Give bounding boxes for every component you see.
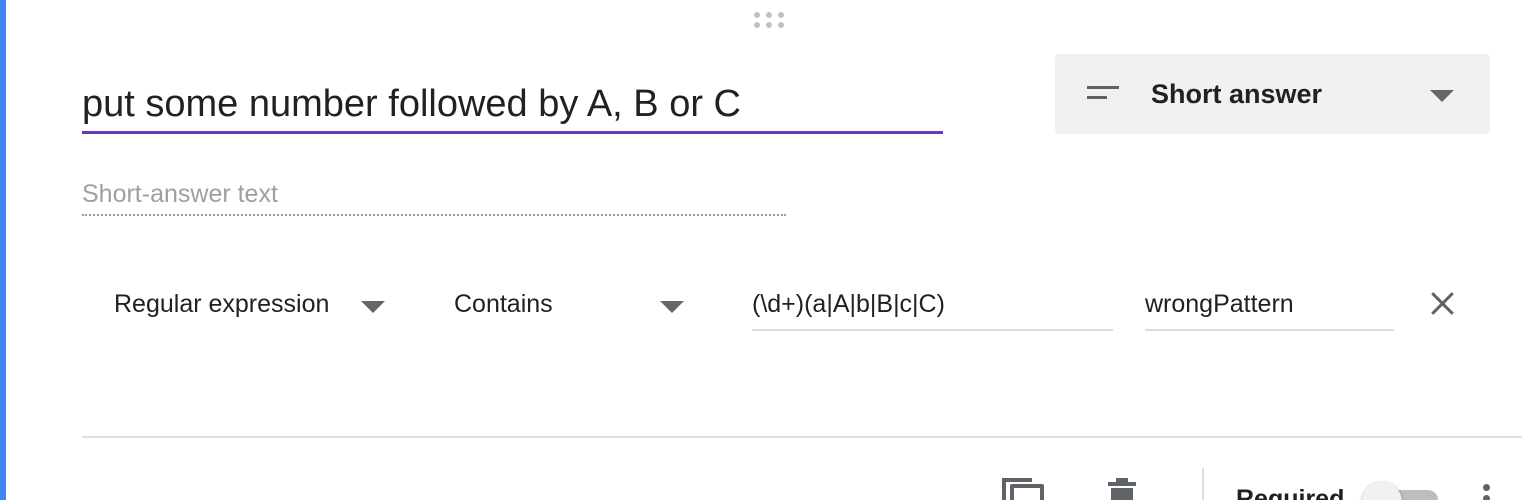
question-type-label: Short answer [1151, 79, 1323, 109]
question-title-text[interactable]: put some number followed by A, B or C [82, 82, 741, 126]
delete-icon[interactable] [1106, 478, 1138, 500]
required-label: Required [1236, 485, 1345, 500]
drag-handle-icon[interactable] [752, 10, 786, 30]
remove-validation-close-icon[interactable] [1424, 286, 1460, 322]
short-answer-preview: Short-answer text [82, 176, 786, 216]
question-card: put some number followed by A, B or C Sh… [0, 0, 1522, 500]
required-toggle-thumb [1362, 482, 1402, 500]
validation-condition-dropdown[interactable]: Contains [454, 275, 686, 335]
required-toggle[interactable] [1362, 482, 1440, 500]
chevron-down-icon [1430, 90, 1454, 102]
short-answer-placeholder: Short-answer text [82, 180, 278, 208]
custom-error-input-value[interactable]: wrongPattern [1145, 289, 1294, 319]
validation-type-dropdown[interactable]: Regular expression [114, 275, 389, 335]
chevron-down-icon [660, 301, 684, 313]
duplicate-icon[interactable] [1002, 474, 1046, 500]
active-card-indicator [0, 0, 6, 500]
footer-divider [82, 436, 1522, 438]
chevron-down-icon [361, 301, 385, 313]
validation-type-label: Regular expression [114, 290, 330, 318]
validation-condition-label: Contains [454, 290, 553, 318]
pattern-input-value[interactable]: (\d+)(a|A|b|B|c|C) [752, 289, 945, 319]
question-type-dropdown[interactable]: Short answer [1055, 54, 1490, 134]
footer-separator [1202, 468, 1204, 500]
more-options-icon[interactable] [1480, 482, 1492, 500]
pattern-input[interactable]: (\d+)(a|A|b|B|c|C) [752, 275, 1113, 331]
custom-error-input[interactable]: wrongPattern [1145, 275, 1394, 331]
question-title-field[interactable]: put some number followed by A, B or C [82, 76, 943, 134]
short-text-icon [1087, 86, 1119, 102]
